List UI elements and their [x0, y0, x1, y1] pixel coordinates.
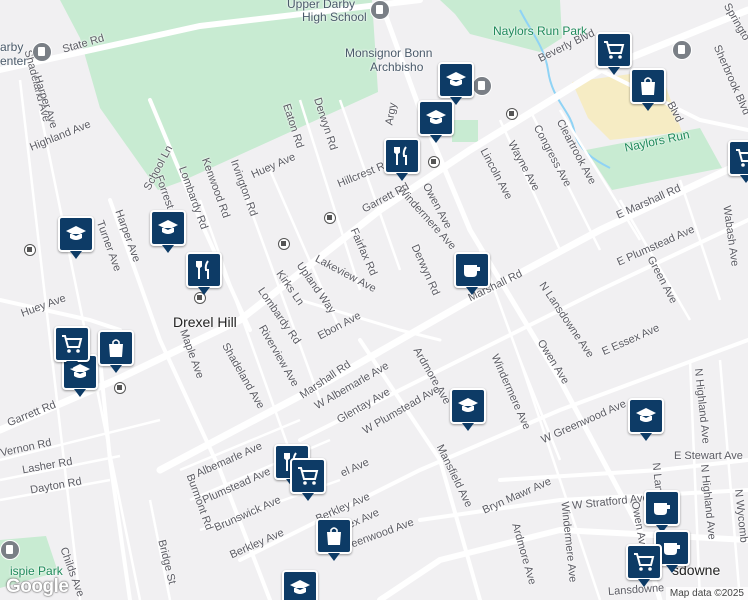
store-marker[interactable] [98, 330, 134, 373]
label-place-drexel-hill: Drexel Hill [173, 314, 237, 330]
google-logo: Google [6, 576, 69, 597]
bus-stop-icon[interactable] [278, 238, 290, 250]
shopping-cart-icon [736, 149, 748, 167]
school-marker[interactable] [282, 570, 318, 600]
road-minor-12 [678, 179, 722, 301]
label-street-e-stewart-ave: E Stewart Ave [674, 450, 743, 462]
cafe-icon [664, 543, 680, 555]
restaurant-icon [394, 146, 407, 165]
school-marker[interactable] [418, 100, 454, 143]
landmark-icon[interactable] [32, 42, 52, 62]
label-poi-high-school: High School [302, 10, 367, 24]
bus-stop-icon[interactable] [24, 244, 36, 256]
landmark-icon[interactable] [672, 40, 692, 60]
school-marker[interactable] [450, 388, 486, 431]
restaurant-marker[interactable] [186, 252, 222, 295]
school-marker[interactable] [438, 62, 474, 105]
restaurant-marker[interactable] [384, 138, 420, 181]
shopping-cart-icon [604, 41, 625, 59]
bus-stop-icon[interactable] [324, 212, 336, 224]
park-area-high-school [60, 0, 378, 190]
school-icon [158, 220, 178, 234]
store-marker[interactable] [630, 68, 666, 111]
road-minor-14 [718, 359, 742, 600]
map-canvas[interactable]: Naylors Run Park Naylors Run ispie Park … [0, 0, 748, 600]
landmark-icon[interactable] [370, 0, 390, 20]
grocery-marker[interactable] [290, 458, 326, 501]
restaurant-icon [196, 260, 209, 279]
cafe-marker[interactable] [644, 490, 680, 533]
grocery-marker[interactable] [54, 326, 90, 369]
school-marker[interactable] [58, 216, 94, 259]
grocery-marker[interactable] [626, 544, 662, 587]
school-icon [66, 226, 86, 240]
school-icon [426, 110, 446, 124]
cafe-icon [654, 503, 670, 515]
school-marker[interactable] [150, 210, 186, 253]
landmark-icon[interactable] [472, 76, 492, 96]
bus-stop-icon[interactable] [428, 156, 440, 168]
shopping-cart-icon [634, 553, 655, 571]
grocery-marker[interactable] [728, 140, 748, 183]
shopping-bag-icon [641, 77, 655, 95]
shopping-bag-icon [327, 527, 341, 545]
cafe-marker[interactable] [454, 252, 490, 295]
school-icon [290, 580, 310, 594]
school-marker[interactable] [628, 398, 664, 441]
label-poi-darby: arby [0, 40, 24, 54]
bus-stop-icon[interactable] [506, 108, 518, 120]
small-park-area [452, 120, 478, 142]
school-icon [458, 398, 478, 412]
shopping-cart-icon [298, 467, 319, 485]
label-poi-monsignor-bonner: Monsignor Bonn [345, 46, 433, 60]
school-icon [636, 408, 656, 422]
landmark-icon[interactable] [0, 540, 20, 560]
shopping-cart-icon [62, 335, 83, 353]
grocery-marker[interactable] [596, 32, 632, 75]
bus-stop-icon[interactable] [114, 382, 126, 394]
label-poi-archbishop: Archbisho [370, 60, 424, 74]
store-marker[interactable] [316, 518, 352, 561]
map-attribution[interactable]: Map data ©2025 [665, 587, 748, 600]
shopping-bag-icon [109, 339, 123, 357]
school-icon [446, 72, 466, 86]
cafe-icon [464, 265, 480, 277]
